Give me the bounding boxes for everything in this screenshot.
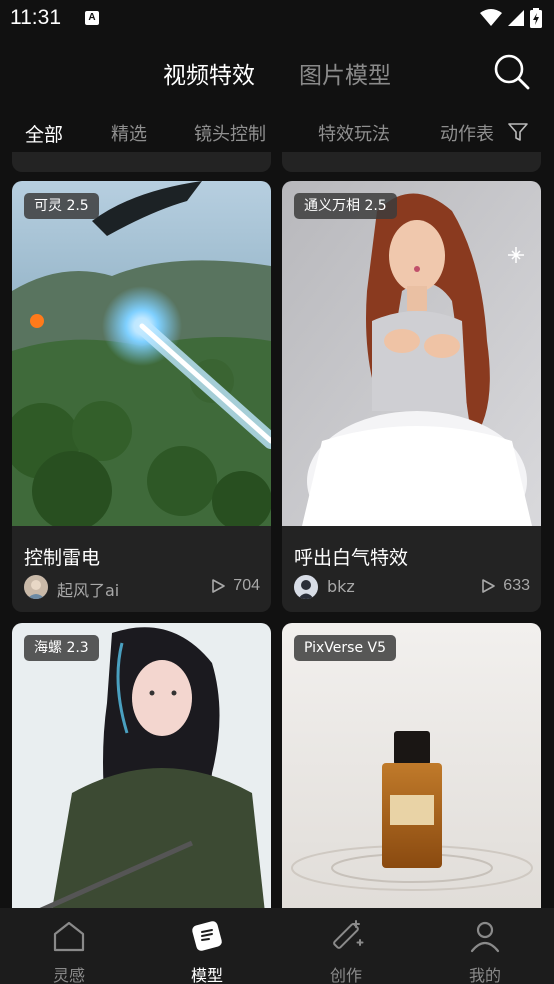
card-title: 呼出白气特效 [294,547,409,569]
battery-icon [530,8,542,28]
nav-label: 创作 [329,966,362,984]
card-preview-image [12,181,271,526]
model-badge: PixVerse V5 [294,635,397,661]
card-preview-image [282,181,541,526]
author-name: bkz [327,577,355,596]
search-icon [494,54,530,90]
effects-grid: 可灵 2.5 控制雷电 起风了ai 704 通义万相 2.5 呼出白气特效 bk… [0,152,554,908]
search-button[interactable] [492,52,532,92]
category-featured[interactable]: 精选 [111,120,147,146]
signal-icon [508,10,524,26]
avatar [294,575,318,599]
play-icon [482,579,496,593]
home-icon [53,921,85,952]
nav-label: 我的 [468,966,501,984]
status-time: 11:31 [10,6,61,29]
author-name: 起风了ai [57,581,120,600]
card-preview-image [282,623,541,908]
effect-card[interactable]: 通义万相 2.5 呼出白气特效 bkz 633 [282,181,541,612]
play-count-value: 633 [503,577,530,594]
model-badge: 可灵 2.5 [24,193,99,219]
nav-inspiration[interactable]: 灵感 [0,908,138,984]
model-badge: 通义万相 2.5 [294,193,397,219]
nav-models[interactable]: 模型 [138,908,276,984]
nav-profile[interactable]: 我的 [416,908,554,984]
play-icon [212,579,226,593]
notification-icon: A [85,11,99,25]
card-meta: bkz 633 [294,575,530,601]
tab-video-effects[interactable]: 视频特效 [163,56,255,90]
play-count: 704 [211,577,260,595]
wifi-icon [480,9,502,26]
bottom-nav: 灵感 模型 创作 我的 [0,908,554,984]
effect-card[interactable]: 可灵 2.5 控制雷电 起风了ai 704 [12,181,271,612]
top-tabs: 视频特效 图片模型 [0,52,554,94]
category-bar: 全部 精选 镜头控制 特效玩法 动作表 [0,112,554,152]
previous-card-bottom [282,152,541,172]
card-preview-image [12,623,271,908]
play-count: 633 [481,577,530,595]
effect-card[interactable]: PixVerse V5 [282,623,541,908]
model-icon [192,921,222,951]
model-badge: 海螺 2.3 [24,635,99,661]
category-all[interactable]: 全部 [25,120,63,147]
status-bar: 11:31 A [0,0,554,38]
tab-image-models[interactable]: 图片模型 [299,56,391,90]
card-meta: 起风了ai 704 [24,575,260,601]
nav-create[interactable]: 创作 [277,908,415,984]
category-camera-control[interactable]: 镜头控制 [194,120,266,146]
avatar [24,575,48,599]
filter-button[interactable] [496,112,554,152]
filter-icon [508,123,528,141]
magic-wand-icon [333,920,364,949]
effect-card[interactable]: 海螺 2.3 [12,623,271,908]
status-icons [480,8,542,28]
category-motion[interactable]: 动作表 [440,120,494,146]
card-title: 控制雷电 [24,547,101,569]
nav-label: 灵感 [52,966,85,984]
play-count-value: 704 [233,577,260,594]
previous-card-bottom [12,152,271,172]
nav-label: 模型 [190,966,223,984]
profile-icon [470,921,500,953]
category-effects[interactable]: 特效玩法 [318,120,390,146]
